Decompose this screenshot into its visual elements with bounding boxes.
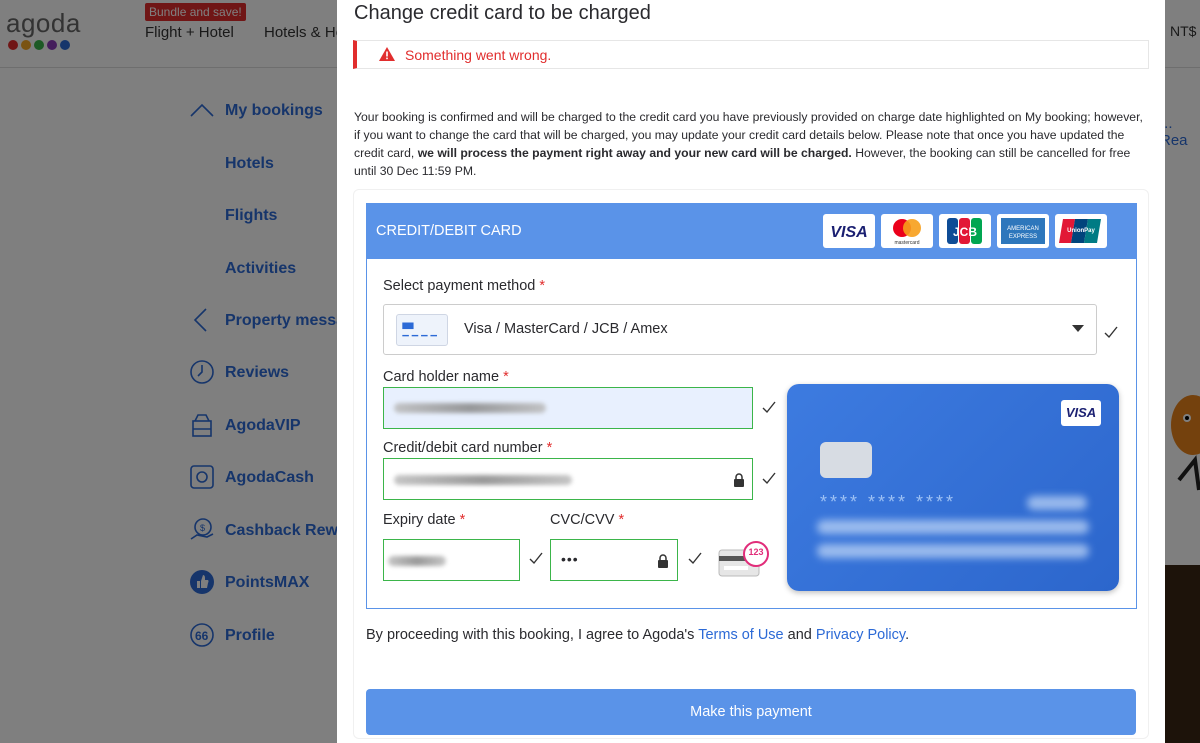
cvc-hint-icon: 123 [718,540,774,580]
required-mark: * [539,278,546,294]
warning-icon [379,47,395,61]
terms-agreement: By proceeding with this booking, I agree… [366,627,909,643]
error-message: Something went wrong. [405,47,552,63]
jcb-logo: JCB [939,214,991,248]
redacted-text [394,475,572,485]
required-mark: * [546,440,553,456]
privacy-policy-link[interactable]: Privacy Policy [816,627,905,643]
payment-method-label-text: Select payment method [383,278,536,294]
card-panel-title: CREDIT/DEBIT CARD [376,223,522,239]
required-mark: * [459,512,466,528]
svg-text:JCB: JCB [953,225,977,239]
checkmark-icon [688,552,702,565]
expiry-input[interactable] [383,539,520,581]
agree-text: By proceeding with this booking, I agree… [366,627,695,643]
checkmark-icon [762,401,776,414]
card-preview-brand: VISA [1061,400,1101,426]
svg-text:EXPRESS: EXPRESS [1009,234,1037,240]
card-icon [396,314,448,346]
svg-text:UnionPay: UnionPay [1067,228,1095,234]
redacted-text [394,403,546,413]
booking-info-text: Your booking is confirmed and will be ch… [354,108,1149,180]
chevron-down-icon [1072,325,1084,332]
lock-icon [658,554,668,568]
redacted-text [388,556,446,566]
card-preview: VISA **** **** **** [787,384,1119,591]
info-text-bold: we will process the payment right away a… [417,146,852,160]
cvc-input[interactable]: ••• [550,539,678,581]
visa-logo: VISA [823,214,875,248]
payment-method-label: Select payment method * [383,278,545,294]
required-mark: * [503,369,509,385]
amex-logo: AMERICAN EXPRESS [997,214,1049,248]
payment-method-value: Visa / MasterCard / JCB / Amex [464,321,668,337]
checkmark-icon [1104,326,1118,339]
svg-text:mastercard: mastercard [894,240,919,246]
credit-card-panel: CREDIT/DEBIT CARD VISA mastercard JCB AM… [366,203,1137,609]
cvc-masked-value: ••• [561,551,579,567]
error-alert: Something went wrong. [353,40,1149,69]
expiry-label: Expiry date * [383,512,465,528]
card-panel-header: CREDIT/DEBIT CARD VISA mastercard JCB AM… [367,204,1136,259]
card-preview-redacted [817,520,1089,534]
svg-text:AMERICAN: AMERICAN [1007,226,1039,232]
cvc-label: CVC/CVV * [550,512,624,528]
card-number-label-text: Credit/debit card number [383,440,543,456]
terms-of-use-link[interactable]: Terms of Use [698,627,783,643]
agree-and: and [787,627,812,643]
expiry-label-text: Expiry date [383,512,456,528]
card-number-label: Credit/debit card number * [383,440,552,456]
cvc-hint-number: 123 [748,547,764,557]
holder-name-label: Card holder name * [383,369,509,385]
required-mark: * [618,512,625,528]
lock-icon [734,473,744,487]
card-preview-redacted [817,544,1089,558]
change-card-modal: Change credit card to be charged Somethi… [337,0,1165,743]
card-number-input[interactable] [383,458,753,500]
holder-name-input[interactable] [383,387,753,429]
payment-method-select[interactable]: Visa / MasterCard / JCB / Amex [383,304,1097,355]
checkmark-icon [529,552,543,565]
make-payment-button[interactable]: Make this payment [366,689,1136,735]
card-chip [820,442,872,478]
cvc-label-text: CVC/CVV [550,512,615,528]
checkmark-icon [762,472,776,485]
unionpay-logo: UnionPay [1055,214,1107,248]
mastercard-logo: mastercard [881,214,933,248]
svg-text:VISA: VISA [830,224,867,241]
card-preview-redacted [1027,496,1087,510]
modal-title: Change credit card to be charged [354,2,651,24]
holder-name-label-text: Card holder name [383,369,500,385]
agree-period: . [905,627,910,643]
card-preview-number: **** **** **** [820,492,957,512]
